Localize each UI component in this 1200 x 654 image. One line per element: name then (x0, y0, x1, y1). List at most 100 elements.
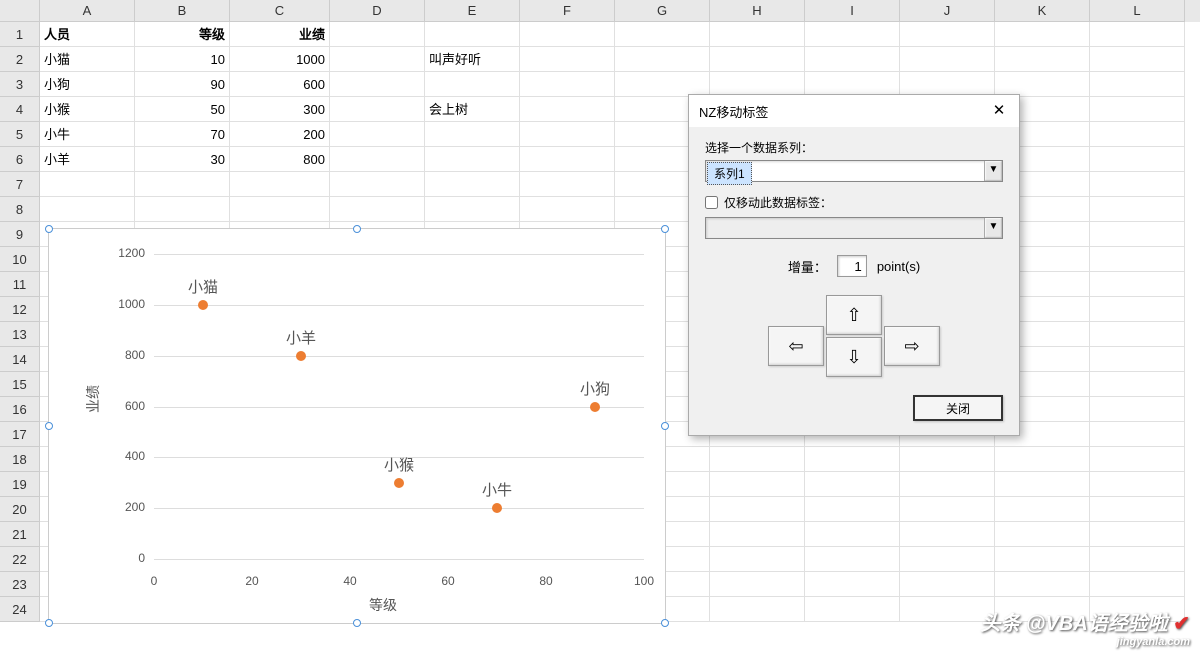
cell[interactable] (1090, 47, 1185, 72)
cell[interactable] (805, 472, 900, 497)
cell-E6[interactable] (425, 147, 520, 172)
cell[interactable] (710, 497, 805, 522)
row-header-13[interactable]: 13 (0, 322, 40, 347)
resize-handle[interactable] (353, 225, 361, 233)
cell[interactable] (330, 197, 425, 222)
cell-A6[interactable]: 小羊 (40, 147, 135, 172)
data-label[interactable]: 小猴 (384, 454, 414, 475)
chart-object[interactable]: 业绩 等级 020040060080010001200020406080100小… (48, 228, 666, 624)
move-right-button[interactable]: ⇨ (884, 326, 940, 366)
cell[interactable] (1090, 97, 1185, 122)
label-select[interactable]: ▼ (705, 217, 1003, 239)
cell[interactable] (710, 447, 805, 472)
row-header-15[interactable]: 15 (0, 372, 40, 397)
cell[interactable] (1090, 447, 1185, 472)
cell[interactable] (1090, 122, 1185, 147)
row-header-10[interactable]: 10 (0, 247, 40, 272)
cell[interactable] (520, 122, 615, 147)
resize-handle[interactable] (661, 225, 669, 233)
cell-D3[interactable] (330, 72, 425, 97)
cell[interactable] (805, 522, 900, 547)
cell[interactable] (615, 47, 710, 72)
resize-handle[interactable] (45, 422, 53, 430)
cell-B4[interactable]: 50 (135, 97, 230, 122)
row-header-16[interactable]: 16 (0, 397, 40, 422)
cell-C3[interactable]: 600 (230, 72, 330, 97)
cell[interactable] (1090, 72, 1185, 97)
col-header-K[interactable]: K (995, 0, 1090, 22)
cell[interactable] (995, 572, 1090, 597)
cell[interactable] (900, 497, 995, 522)
cell[interactable] (710, 572, 805, 597)
cell[interactable] (900, 22, 995, 47)
row-header-8[interactable]: 8 (0, 197, 40, 222)
row-header-3[interactable]: 3 (0, 72, 40, 97)
cell[interactable] (40, 197, 135, 222)
cell[interactable] (995, 522, 1090, 547)
col-header-J[interactable]: J (900, 0, 995, 22)
chevron-down-icon[interactable]: ▼ (984, 161, 1002, 181)
cell[interactable] (1090, 322, 1185, 347)
cell[interactable] (900, 547, 995, 572)
cell[interactable] (805, 47, 900, 72)
cell[interactable] (1090, 522, 1185, 547)
move-down-button[interactable]: ⇩ (826, 337, 882, 377)
row-header-21[interactable]: 21 (0, 522, 40, 547)
close-button[interactable]: 关闭 (913, 395, 1003, 421)
cell-B2[interactable]: 10 (135, 47, 230, 72)
cell[interactable] (520, 72, 615, 97)
cell[interactable] (805, 497, 900, 522)
cell[interactable] (710, 522, 805, 547)
row-header-6[interactable]: 6 (0, 147, 40, 172)
cell-B6[interactable]: 30 (135, 147, 230, 172)
cell-D1[interactable] (330, 22, 425, 47)
cell[interactable] (1090, 222, 1185, 247)
cell[interactable] (1090, 372, 1185, 397)
row-header-1[interactable]: 1 (0, 22, 40, 47)
row-header-4[interactable]: 4 (0, 97, 40, 122)
data-point[interactable] (590, 402, 600, 412)
cell[interactable] (520, 147, 615, 172)
col-header-D[interactable]: D (330, 0, 425, 22)
increment-input[interactable] (837, 255, 867, 277)
cell-E3[interactable] (425, 72, 520, 97)
cell[interactable] (995, 547, 1090, 572)
move-left-button[interactable]: ⇦ (768, 326, 824, 366)
cell[interactable] (1090, 272, 1185, 297)
cell[interactable] (1090, 22, 1185, 47)
row-header-9[interactable]: 9 (0, 222, 40, 247)
cell-C6[interactable]: 800 (230, 147, 330, 172)
cell-E5[interactable] (425, 122, 520, 147)
data-label[interactable]: 小狗 (580, 378, 610, 399)
data-point[interactable] (198, 300, 208, 310)
close-icon[interactable]: ✕ (989, 101, 1009, 121)
cell[interactable] (995, 472, 1090, 497)
select-all-corner[interactable] (0, 0, 40, 22)
cell[interactable] (1090, 497, 1185, 522)
row-header-20[interactable]: 20 (0, 497, 40, 522)
row-header-22[interactable]: 22 (0, 547, 40, 572)
col-header-B[interactable]: B (135, 0, 230, 22)
cell-E2[interactable]: 叫声好听 (425, 47, 520, 72)
row-header-18[interactable]: 18 (0, 447, 40, 472)
cell-D5[interactable] (330, 122, 425, 147)
cell-D2[interactable] (330, 47, 425, 72)
cell[interactable] (900, 447, 995, 472)
cell[interactable] (1090, 347, 1185, 372)
data-label[interactable]: 小猫 (188, 276, 218, 297)
cell[interactable] (230, 172, 330, 197)
data-point[interactable] (296, 351, 306, 361)
move-up-button[interactable]: ⇧ (826, 295, 882, 335)
cell-A2[interactable]: 小猫 (40, 47, 135, 72)
cell-E4[interactable]: 会上树 (425, 97, 520, 122)
cell-C1[interactable]: 业绩 (230, 22, 330, 47)
cell-A3[interactable]: 小狗 (40, 72, 135, 97)
cell[interactable] (135, 197, 230, 222)
cell[interactable] (710, 472, 805, 497)
col-header-F[interactable]: F (520, 0, 615, 22)
resize-handle[interactable] (45, 619, 53, 627)
cell[interactable] (805, 547, 900, 572)
col-header-I[interactable]: I (805, 0, 900, 22)
move-labels-dialog[interactable]: NZ移动标签 ✕ 选择一个数据系列： 系列1 ▼ 仅移动此数据标签： ▼ 增量：… (688, 94, 1020, 436)
cell-B3[interactable]: 90 (135, 72, 230, 97)
